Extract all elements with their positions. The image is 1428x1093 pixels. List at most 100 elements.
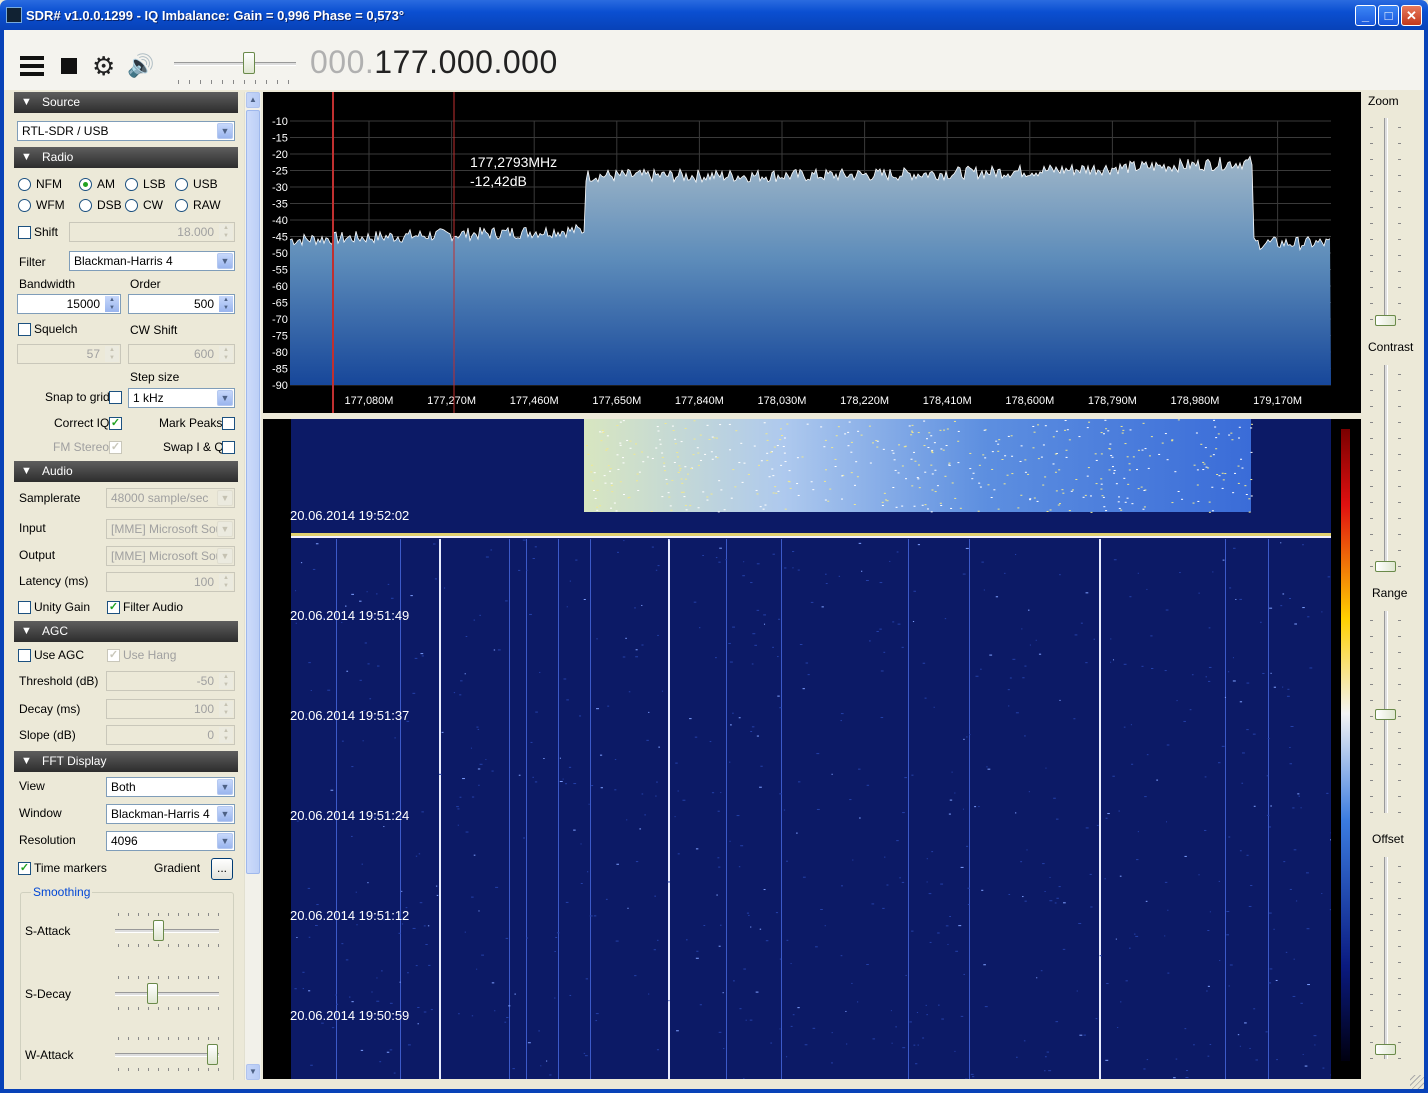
- frequency-prefix[interactable]: 000.: [310, 44, 374, 80]
- noise-speck: [615, 940, 619, 942]
- range-thumb[interactable]: [1375, 709, 1396, 720]
- scrollbar-thumb[interactable]: [246, 110, 260, 874]
- zoom-thumb[interactable]: [1375, 315, 1396, 326]
- decay-input[interactable]: 100 ▲ ▼: [106, 699, 235, 719]
- maximize-button[interactable]: □: [1378, 5, 1399, 26]
- section-audio-header[interactable]: ▼ Audio: [14, 461, 238, 482]
- offset-thumb[interactable]: [1375, 1044, 1396, 1055]
- noise-speck: [1246, 854, 1249, 856]
- window-select[interactable]: Blackman-Harris 4 ▼: [106, 804, 235, 824]
- close-button[interactable]: ✕: [1401, 5, 1422, 26]
- mode-radio-usb[interactable]: [175, 178, 188, 191]
- snap-to-grid-checkbox[interactable]: [109, 391, 122, 404]
- chevron-down-icon: ▼: [217, 521, 233, 537]
- noise-speck: [1300, 807, 1302, 809]
- section-fft-header[interactable]: ▼ FFT Display: [14, 751, 238, 772]
- mode-radio-dsb[interactable]: [79, 199, 92, 212]
- section-source-header[interactable]: ▼ Source: [14, 92, 238, 113]
- noise-speck: [497, 649, 501, 651]
- correct-iq-checkbox[interactable]: ✓: [109, 417, 122, 430]
- latency-input[interactable]: 100 ▲ ▼: [106, 572, 235, 592]
- use-hang-checkbox[interactable]: ✓: [107, 649, 120, 662]
- noise-speck: [1209, 1043, 1212, 1045]
- volume-slider[interactable]: [174, 62, 296, 66]
- threshold-input[interactable]: -50 ▲ ▼: [106, 671, 235, 691]
- noise-speck: [1007, 435, 1010, 437]
- mode-radio-nfm[interactable]: [18, 178, 31, 191]
- noise-speck: [693, 438, 696, 440]
- minimize-button[interactable]: _: [1355, 5, 1376, 26]
- noise-speck: [962, 808, 964, 810]
- resolution-select[interactable]: 4096 ▼: [106, 831, 235, 851]
- input-device-select[interactable]: [MME] Microsoft Soun ▼: [106, 519, 235, 539]
- gradient-button[interactable]: ...: [211, 858, 233, 880]
- mode-radio-cw[interactable]: [125, 199, 138, 212]
- shift-checkbox[interactable]: [18, 226, 31, 239]
- stop-icon[interactable]: [61, 58, 77, 74]
- volume-slider-thumb[interactable]: [242, 52, 255, 74]
- noise-speck: [1148, 455, 1151, 457]
- source-device-select[interactable]: RTL-SDR / USB ▼: [17, 121, 235, 141]
- noise-speck: [837, 426, 840, 428]
- step-size-select[interactable]: 1 kHz ▼: [128, 388, 235, 408]
- noise-speck: [926, 858, 928, 860]
- section-radio-header[interactable]: ▼ Radio: [14, 147, 238, 168]
- noise-speck: [743, 462, 746, 464]
- filter-select[interactable]: Blackman-Harris 4 ▼: [69, 251, 235, 271]
- section-agc-header[interactable]: ▼ AGC: [14, 621, 238, 642]
- filter-audio-checkbox[interactable]: ✓: [107, 601, 120, 614]
- squelch-checkbox[interactable]: [18, 323, 31, 336]
- order-input[interactable]: 500 ▲ ▼: [128, 294, 235, 314]
- waterfall-plot[interactable]: 20.06.2014 19:52:02 20.06.2014 19:51:49 20…: [263, 419, 1361, 1079]
- mode-radio-lsb[interactable]: [125, 178, 138, 191]
- scroll-down-icon[interactable]: ▼: [246, 1064, 260, 1080]
- gradient-label: Gradient: [154, 861, 201, 875]
- waterfall-display[interactable]: 20.06.2014 19:52:02 20.06.2014 19:51:49 20…: [263, 419, 1361, 1079]
- view-select[interactable]: Both ▼: [106, 777, 235, 797]
- spectrum-display[interactable]: -10 -15 -20 -25 -30 -35 -40 -45 -50 -55 -60 -65 -70 -…: [263, 92, 1361, 413]
- speaker-icon[interactable]: 🔊: [127, 54, 154, 78]
- offset-slider[interactable]: [1384, 857, 1388, 1059]
- mode-radio-raw[interactable]: [175, 199, 188, 212]
- squelch-input[interactable]: 57 ▲ ▼: [17, 344, 121, 364]
- frequency-value[interactable]: 177.000.000: [374, 44, 557, 80]
- resize-grip-icon[interactable]: [1410, 1075, 1424, 1089]
- s-attack-thumb[interactable]: [152, 920, 164, 941]
- spectrum-plot[interactable]: -10 -15 -20 -25 -30 -35 -40 -45 -50 -55 -60 -65 -70 -…: [263, 92, 1361, 413]
- noise-speck: [1008, 705, 1010, 707]
- cw-shift-input[interactable]: 600 ▲ ▼: [128, 344, 235, 364]
- noise-speck: [596, 509, 599, 511]
- zoom-slider[interactable]: [1384, 118, 1388, 320]
- samplerate-select[interactable]: 48000 sample/sec ▼: [106, 488, 235, 508]
- noise-speck: [1239, 598, 1242, 600]
- w-attack-slider[interactable]: [115, 1053, 219, 1057]
- scroll-up-icon[interactable]: ▲: [246, 92, 260, 108]
- use-agc-checkbox[interactable]: [18, 649, 31, 662]
- s-decay-thumb[interactable]: [146, 983, 158, 1004]
- mode-radio-wfm[interactable]: [18, 199, 31, 212]
- unity-gain-checkbox[interactable]: [18, 601, 31, 614]
- s-attack-slider[interactable]: [115, 929, 219, 933]
- noise-speck: [1023, 1040, 1026, 1042]
- mode-radio-am[interactable]: [79, 178, 92, 191]
- output-device-select[interactable]: [MME] Microsoft Soun ▼: [106, 546, 235, 566]
- frequency-display[interactable]: 000.177.000.000: [310, 44, 558, 81]
- s-decay-slider[interactable]: [115, 992, 219, 996]
- gear-icon[interactable]: ⚙: [92, 53, 118, 79]
- bandwidth-input[interactable]: 15000 ▲ ▼: [17, 294, 121, 314]
- contrast-thumb[interactable]: [1375, 561, 1396, 572]
- contrast-slider[interactable]: [1384, 365, 1388, 567]
- mark-peaks-checkbox[interactable]: [222, 417, 235, 430]
- noise-speck: [1165, 609, 1169, 611]
- noise-speck: [1143, 506, 1146, 508]
- noise-speck: [435, 885, 438, 887]
- shift-input[interactable]: 18.000 ▲ ▼: [69, 222, 235, 242]
- fm-stereo-checkbox[interactable]: ✓: [109, 441, 122, 454]
- noise-speck: [959, 507, 962, 509]
- slope-input[interactable]: 0 ▲ ▼: [106, 725, 235, 745]
- w-attack-thumb[interactable]: [207, 1044, 219, 1065]
- menu-icon[interactable]: [20, 54, 46, 78]
- control-panel-scrollbar[interactable]: ▲ ▼: [244, 92, 261, 1080]
- time-markers-checkbox[interactable]: ✓: [18, 862, 31, 875]
- swap-iq-checkbox[interactable]: [222, 441, 235, 454]
